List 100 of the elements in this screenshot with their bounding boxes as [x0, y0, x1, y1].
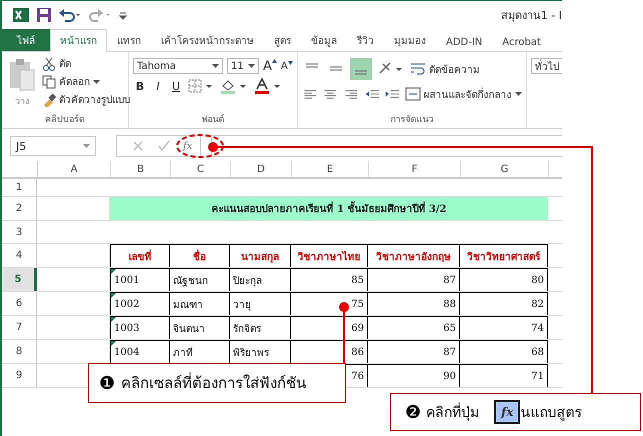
file-tab[interactable]: ไฟล์ — [2, 29, 50, 51]
row-header[interactable]: 9 — [2, 364, 37, 387]
dropdown-caret-icon — [514, 92, 522, 96]
align-bottom-icon[interactable] — [350, 58, 372, 80]
callout-text: นแถบสูตร — [520, 404, 582, 423]
spreadsheet-app-icon — [12, 7, 30, 23]
table-cell: 82 — [460, 292, 548, 315]
merge-cells-icon — [404, 87, 421, 101]
table-cell: 1003 — [110, 316, 170, 339]
font-size-field[interactable]: 11 — [227, 58, 259, 74]
save-icon[interactable] — [36, 7, 52, 23]
row-header[interactable]: 4 — [2, 244, 37, 267]
table-cell: 68 — [460, 340, 548, 363]
table-cell: ปิยะกุล — [230, 268, 291, 291]
row-header[interactable]: 5 — [2, 268, 37, 291]
shrink-font-button[interactable]: A — [280, 60, 293, 72]
paintbrush-icon — [42, 92, 56, 106]
column-header[interactable]: D — [231, 161, 292, 177]
callout-text: คลิกที่ปุ่ม — [426, 401, 480, 423]
ribbon-tab[interactable]: Acrobat — [492, 33, 551, 51]
table-cell: วายุ — [230, 292, 291, 315]
fill-color-icon[interactable] — [219, 78, 249, 94]
table-cell: 74 — [460, 316, 548, 339]
table-cell: มณฑา — [170, 292, 230, 315]
underline-button[interactable]: U — [169, 80, 183, 92]
group-label: ฟอนต์ — [200, 113, 226, 127]
ribbon-tab[interactable]: มุมมอง — [384, 29, 436, 51]
row-header[interactable]: 7 — [2, 316, 37, 339]
column-heading-cell: วิชาภาษาอังกฤษ — [368, 244, 460, 267]
table-cell: จินตนา — [170, 316, 230, 339]
dropdown-caret-icon — [288, 60, 293, 64]
table-cell: 71 — [460, 364, 548, 387]
copy-icon — [42, 74, 56, 88]
row-header[interactable]: 3 — [2, 221, 37, 243]
column-header[interactable]: A — [38, 161, 111, 177]
cut-button[interactable]: ตัด — [42, 56, 130, 71]
table-cell: 87 — [368, 268, 460, 291]
ribbon-tab[interactable]: หน้าแรก — [50, 29, 107, 52]
bold-button[interactable]: B — [133, 80, 147, 92]
up-caret-icon — [272, 58, 277, 62]
dropdown-caret-icon — [83, 144, 90, 148]
ribbon-tab[interactable]: แทรก — [107, 29, 151, 51]
table-cell: 88 — [368, 292, 460, 315]
ribbon-tab[interactable]: สูตร — [264, 29, 301, 51]
highlight-ellipse — [176, 134, 224, 158]
grow-font-button[interactable]: A — [263, 58, 277, 74]
column-header[interactable]: F — [369, 161, 461, 177]
column-heading-cell: นามสกุล — [230, 244, 291, 267]
dropdown-caret-icon — [93, 80, 100, 84]
wrap-text-icon — [410, 62, 426, 76]
row-header[interactable]: 6 — [2, 292, 37, 315]
column-heading-cell: วิชาภาษาไทย — [291, 244, 368, 267]
ribbon-tab[interactable]: ข้อมูล — [301, 29, 347, 51]
undo-icon[interactable] — [58, 7, 82, 23]
column-header[interactable]: C — [171, 161, 231, 177]
window-title: สมุดงาน1 - I — [500, 8, 562, 24]
dropdown-caret-icon — [248, 64, 255, 68]
ribbon-tab[interactable]: รีวิว — [347, 29, 384, 51]
ribbon-tab[interactable]: ADD-IN — [436, 33, 492, 51]
row-header[interactable]: 1 — [2, 179, 37, 196]
column-heading-cell: ชื่อ — [170, 244, 230, 267]
table-cell: รักจิตร — [230, 316, 291, 339]
paste-button[interactable]: วาง — [6, 54, 38, 112]
font-color-icon[interactable] — [253, 78, 283, 94]
table-cell: 90 — [368, 364, 460, 387]
ribbon-tab[interactable]: เค้าโครงหน้ากระดาษ — [151, 29, 264, 51]
table-cell: 85 — [291, 268, 368, 291]
borders-icon[interactable] — [187, 78, 215, 94]
format-painter-button[interactable]: ตัวคัดวางรูปแบบ — [42, 92, 130, 107]
column-header[interactable]: B — [111, 161, 171, 177]
formula-input[interactable] — [211, 135, 562, 157]
table-cell: 80 — [460, 268, 548, 291]
step-number: ❶ — [99, 372, 116, 394]
table-cell: ณัฐชนก — [170, 268, 230, 291]
table-cell: 1001 — [110, 268, 170, 291]
table-cell: 69 — [291, 316, 368, 339]
group-label: การจัดแนว — [389, 114, 434, 127]
group-label: คลิปบอร์ด — [44, 113, 86, 127]
merge-center-button[interactable]: ผสานและจัดกึ่งกลาง — [404, 86, 522, 102]
italic-button[interactable]: I — [151, 80, 165, 92]
copy-button[interactable]: คัดลอก — [42, 74, 130, 89]
column-heading-cell: เลขที่ — [110, 244, 170, 267]
clipboard-icon — [8, 58, 36, 92]
name-box[interactable]: J5 — [10, 136, 96, 156]
table-cell: 87 — [368, 340, 460, 363]
scissors-icon — [42, 56, 56, 70]
font-name-field[interactable]: Tahoma — [133, 58, 223, 74]
row-header[interactable]: 2 — [2, 197, 37, 220]
row-header[interactable]: 8 — [2, 340, 37, 363]
table-cell: 65 — [368, 316, 460, 339]
number-format-field[interactable]: ทั่วไป — [530, 58, 562, 74]
wrap-text-button[interactable]: ตัดข้อความ — [410, 62, 480, 76]
column-header[interactable]: E — [292, 161, 369, 177]
column-heading-cell: วิชาวิทยาศาสตร์ — [460, 244, 548, 267]
step-number: ❷ — [405, 402, 422, 422]
insert-function-button[interactable]: fx — [183, 140, 192, 152]
column-header[interactable]: G — [461, 161, 549, 177]
dropdown-caret-icon — [212, 64, 219, 68]
sheet-title-cell: คะแนนสอบปลายภาคเรียนที่ 1 ชั้นมัธยมศึกษาปีที่ 3/2 — [110, 197, 548, 220]
table-cell: 1002 — [110, 292, 170, 315]
